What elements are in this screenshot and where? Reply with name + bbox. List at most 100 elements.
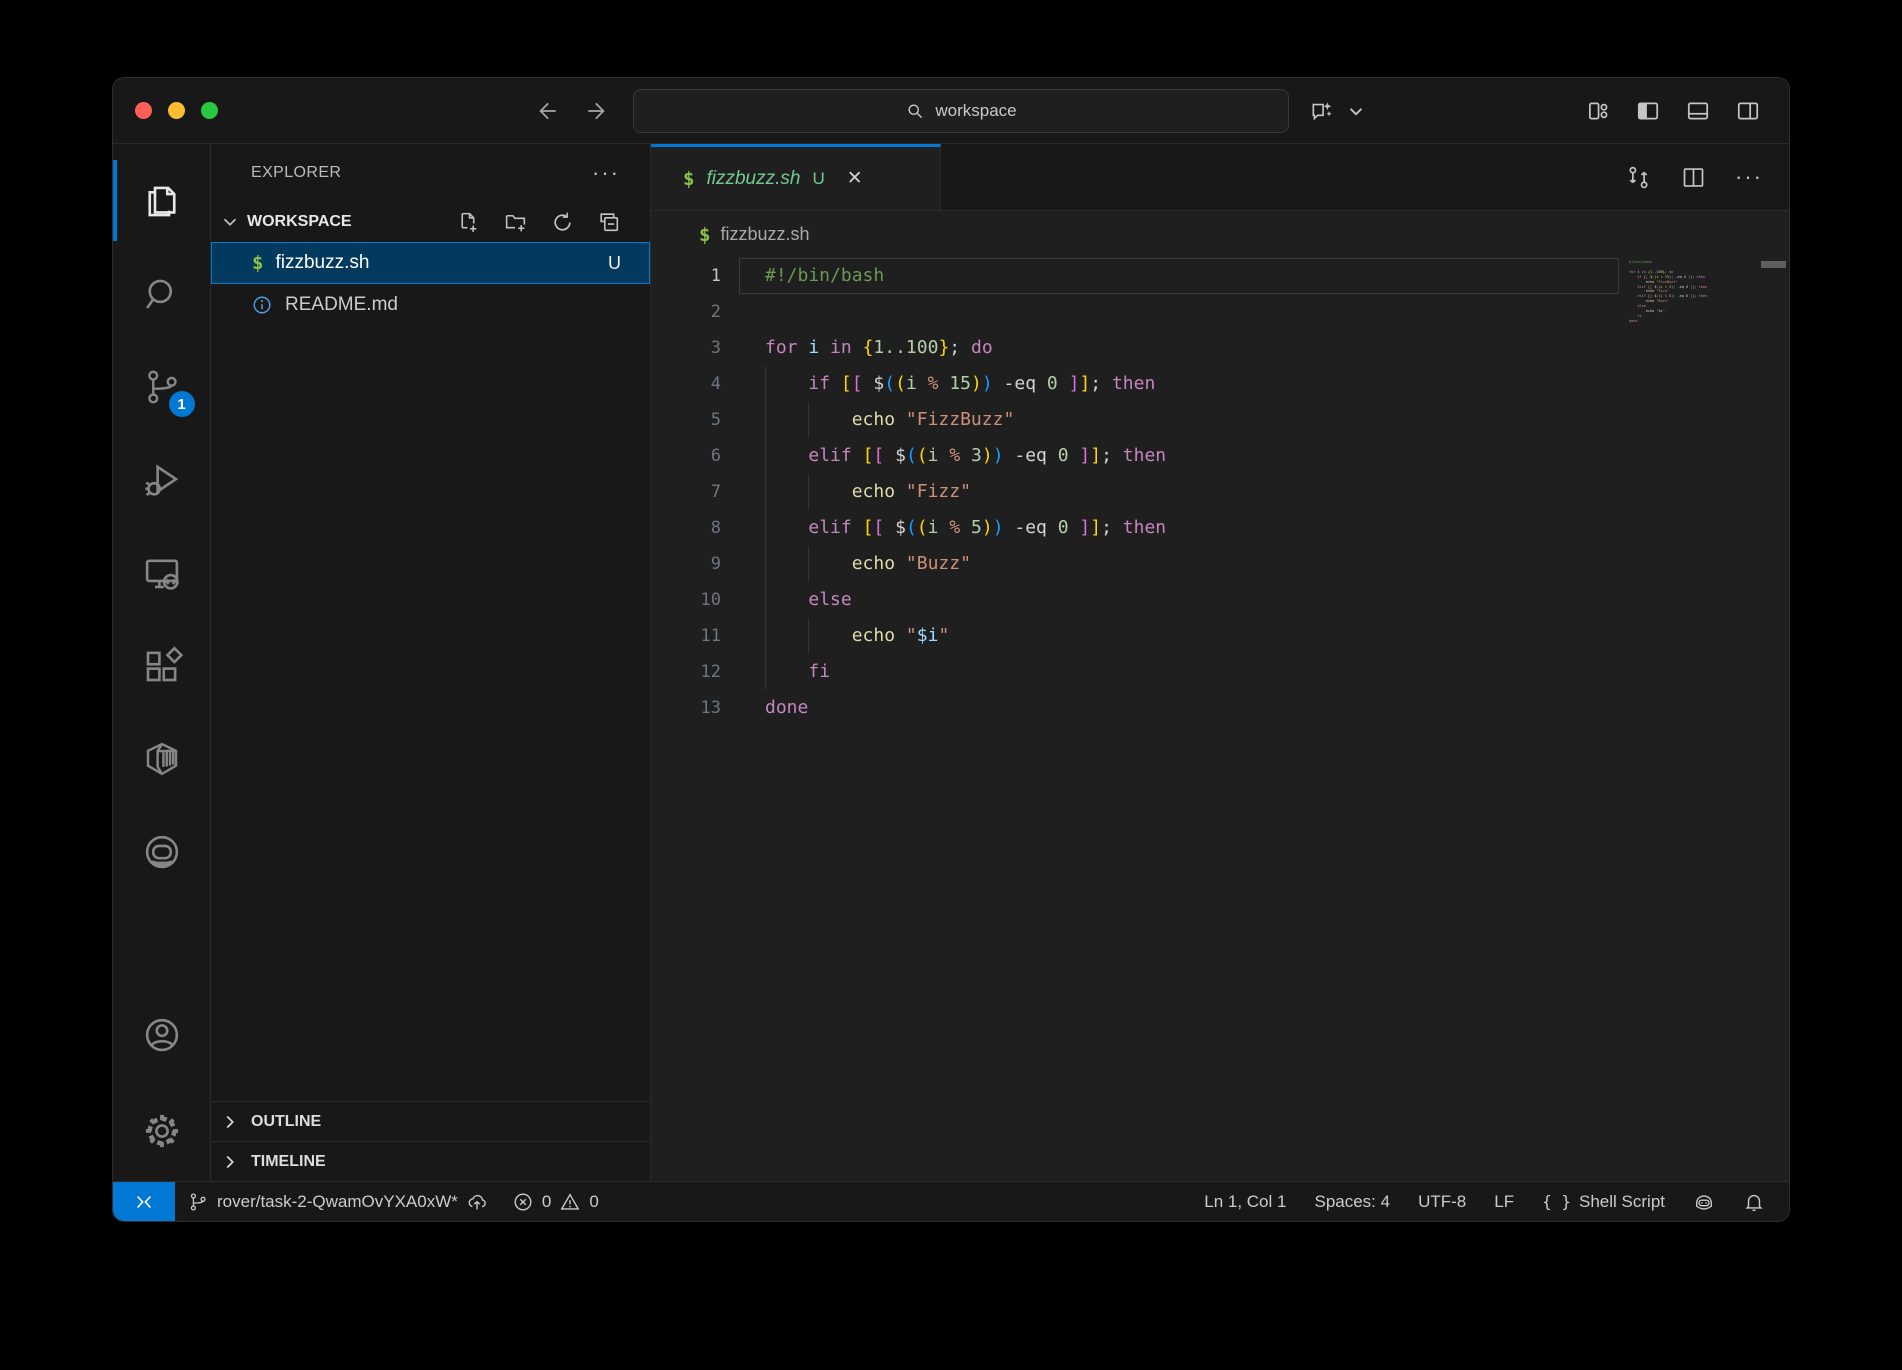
shell-file-icon: $ — [683, 168, 694, 190]
code-line-2[interactable]: 2 — [651, 294, 1789, 330]
code-line-13[interactable]: 13 done — [651, 690, 1789, 726]
line-number: 12 — [651, 654, 721, 690]
explorer-more-actions-icon[interactable]: ··· — [592, 160, 620, 186]
encoding-setting[interactable]: UTF-8 — [1404, 1182, 1480, 1221]
code-text: elif [[ $((i % 5)) -eq 0 ]]; then — [765, 510, 1166, 546]
copilot-icon — [1693, 1191, 1715, 1213]
notifications[interactable] — [1729, 1182, 1779, 1221]
new-file-icon[interactable] — [456, 210, 481, 235]
line-number: 5 — [651, 402, 721, 438]
outline-label: OUTLINE — [251, 1113, 321, 1131]
customize-layout-icon[interactable] — [1585, 98, 1611, 124]
source-control-icon[interactable]: 1 — [113, 340, 211, 433]
refresh-icon[interactable] — [550, 210, 575, 235]
explorer-icon[interactable] — [113, 154, 211, 247]
code-line-10[interactable]: 10 else — [651, 582, 1789, 618]
zoom-window-button[interactable] — [201, 102, 218, 119]
line-number: 8 — [651, 510, 721, 546]
indent-guide — [765, 510, 766, 546]
file-row-fizzbuzz[interactable]: $ fizzbuzz.sh U — [211, 242, 650, 284]
minimap[interactable]: #!/bin/bash for i in {1..100}; do if [[ … — [1629, 260, 1711, 324]
ai-assistant-icon[interactable] — [113, 805, 211, 898]
activity-bar: 1 — [113, 144, 211, 1181]
settings-gear-icon[interactable] — [113, 1081, 211, 1181]
close-tab-icon[interactable]: ✕ — [847, 167, 863, 190]
file-row-readme[interactable]: README.md — [211, 284, 650, 326]
back-icon[interactable] — [533, 98, 559, 124]
code-line-12[interactable]: 12 fi — [651, 654, 1789, 690]
timeline-section-header[interactable]: TIMELINE — [211, 1141, 650, 1181]
code-line-6[interactable]: 6 elif [[ $((i % 3)) -eq 0 ]]; then — [651, 438, 1789, 474]
copilot-dropdown-chevron-icon[interactable] — [1343, 98, 1369, 124]
remote-indicator[interactable] — [113, 1182, 175, 1221]
code-line-4[interactable]: 4 if [[ $((i % 15)) -eq 0 ]]; then — [651, 366, 1789, 402]
scrollbar-slider[interactable] — [1761, 261, 1786, 268]
workspace-section-header[interactable]: WORKSPACE — [211, 202, 650, 242]
code-text: done — [765, 690, 808, 726]
remote-explorer-icon[interactable] — [113, 526, 211, 619]
indent-guide — [808, 618, 809, 654]
remote-icon — [133, 1191, 155, 1213]
timeline-label: TIMELINE — [251, 1153, 326, 1171]
new-folder-icon[interactable] — [503, 210, 528, 235]
tab-git-badge: U — [812, 169, 824, 189]
code-editor[interactable]: 1#!/bin/bash23for i in {1..100}; do4 if … — [651, 258, 1789, 1181]
code-line-3[interactable]: 3for i in {1..100}; do — [651, 330, 1789, 366]
line-number: 9 — [651, 546, 721, 582]
problems-indicator[interactable]: 0 0 — [500, 1182, 611, 1221]
more-actions-icon[interactable]: ··· — [1735, 164, 1763, 190]
cursor-position[interactable]: Ln 1, Col 1 — [1190, 1182, 1300, 1221]
line-number: 10 — [651, 582, 721, 618]
extensions-icon[interactable] — [113, 619, 211, 712]
code-line-5[interactable]: 5 echo "FizzBuzz" — [651, 402, 1789, 438]
warning-count: 0 — [589, 1192, 598, 1212]
outline-section-header[interactable]: OUTLINE — [211, 1101, 650, 1141]
tab-bar: $ fizzbuzz.sh U ✕ ··· — [651, 144, 1789, 211]
collapse-all-icon[interactable] — [597, 210, 622, 235]
code-line-9[interactable]: 9 echo "Buzz" — [651, 546, 1789, 582]
forward-icon[interactable] — [585, 98, 611, 124]
line-number: 7 — [651, 474, 721, 510]
code-line-11[interactable]: 11 echo "$i" — [651, 618, 1789, 654]
minimize-window-button[interactable] — [168, 102, 185, 119]
account-icon[interactable] — [113, 988, 211, 1081]
indent-guide — [765, 654, 766, 690]
code-line-8[interactable]: 8 elif [[ $((i % 5)) -eq 0 ]]; then — [651, 510, 1789, 546]
line-number: 3 — [651, 330, 721, 366]
eol-setting[interactable]: LF — [1480, 1182, 1528, 1221]
code-line-7[interactable]: 7 echo "Fizz" — [651, 474, 1789, 510]
line-number: 1 — [651, 258, 721, 294]
search-view-icon[interactable] — [113, 247, 211, 340]
shell-file-icon: $ — [699, 224, 710, 246]
code-text: else — [765, 582, 852, 618]
indent-guide — [765, 474, 766, 510]
indent-guide — [765, 402, 766, 438]
toggle-panel-icon[interactable] — [1685, 98, 1711, 124]
status-bar: rover/task-2-QwamOvYXA0xW* 0 0 Ln 1, Col… — [113, 1181, 1789, 1221]
info-file-icon — [251, 294, 273, 316]
containers-icon[interactable] — [113, 712, 211, 805]
window-controls — [135, 78, 218, 143]
copilot-status[interactable] — [1679, 1182, 1729, 1221]
language-mode[interactable]: { } Shell Script — [1528, 1182, 1679, 1221]
close-window-button[interactable] — [135, 102, 152, 119]
breadcrumb[interactable]: $ fizzbuzz.sh — [651, 211, 1789, 258]
indentation-setting[interactable]: Spaces: 4 — [1300, 1182, 1404, 1221]
tab-fizzbuzz[interactable]: $ fizzbuzz.sh U ✕ — [651, 144, 941, 210]
toggle-secondary-sidebar-icon[interactable] — [1735, 98, 1761, 124]
vscode-window: workspace — [112, 77, 1790, 1222]
branch-indicator[interactable]: rover/task-2-QwamOvYXA0xW* — [175, 1182, 500, 1221]
code-text: echo "Buzz" — [765, 546, 971, 582]
explorer-sidebar: EXPLORER ··· WORKSPACE — [211, 144, 651, 1181]
line-number: 13 — [651, 690, 721, 726]
split-editor-icon[interactable] — [1680, 164, 1707, 191]
code-line-1[interactable]: 1#!/bin/bash — [651, 258, 1789, 294]
workspace-section-label: WORKSPACE — [247, 213, 352, 231]
cloud-upload-icon — [466, 1191, 488, 1213]
braces-icon: { } — [1542, 1192, 1571, 1211]
command-center-search[interactable]: workspace — [633, 89, 1289, 133]
toggle-primary-sidebar-icon[interactable] — [1635, 98, 1661, 124]
copilot-chat-icon[interactable] — [1309, 98, 1335, 124]
run-debug-icon[interactable] — [113, 433, 211, 526]
open-changes-icon[interactable] — [1625, 164, 1652, 191]
